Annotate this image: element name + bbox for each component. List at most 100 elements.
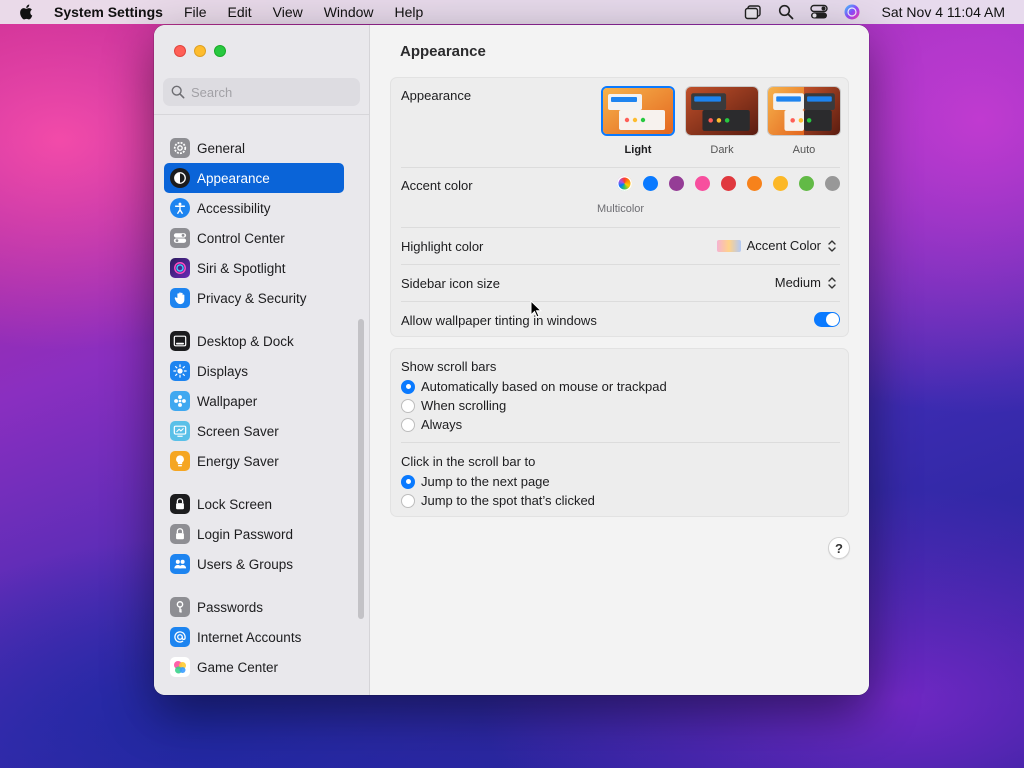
sidebar-item-label: Internet Accounts (197, 629, 302, 645)
sidebar-item-control-center[interactable]: Control Center (164, 223, 344, 253)
radio-button[interactable] (401, 398, 415, 413)
sidebar-item-label: Users & Groups (197, 556, 294, 572)
radio-label: Always (421, 417, 463, 432)
appearance-option-dark[interactable]: Dark (685, 86, 759, 156)
close-window-button[interactable] (174, 45, 186, 57)
menu-file[interactable]: File (184, 4, 207, 20)
sidebar-icon-size-label: Sidebar icon size (401, 276, 500, 291)
light-thumbnail (601, 86, 675, 136)
accent-swatch-green[interactable] (799, 176, 814, 191)
sidebar-item-login-password[interactable]: Login Password (164, 519, 344, 549)
radio-button[interactable] (401, 474, 415, 489)
sidebar-item-accessibility[interactable]: Accessibility (164, 193, 344, 223)
accent-color-row: Accent color Multicolor (401, 168, 840, 228)
sidebar-icon-size-row: Sidebar icon size Medium (401, 265, 840, 302)
minimize-window-button[interactable] (194, 45, 206, 57)
sidebar-item-appearance[interactable]: Appearance (164, 163, 344, 193)
radio-button[interactable] (401, 379, 415, 394)
scroll-bar-settings-group: Show scroll bars Automatically based on … (390, 348, 849, 517)
sidebar-item-passwords[interactable]: Passwords (164, 592, 344, 622)
accent-swatch-graphite[interactable] (825, 176, 840, 191)
accent-swatch-yellow[interactable] (773, 176, 788, 191)
menu-help[interactable]: Help (395, 4, 424, 20)
accent-color-label: Accent color (401, 178, 473, 193)
menu-clock[interactable]: Sat Nov 4 11:04 AM (882, 4, 1005, 20)
sidebar-item-label: Appearance (197, 170, 270, 186)
sidebar-item-desktop-dock[interactable]: Desktop & Dock (164, 326, 344, 356)
accent-swatch-pink[interactable] (695, 176, 710, 191)
highlight-color-value: Accent Color (746, 238, 821, 253)
radio-button[interactable] (401, 417, 415, 432)
accent-color-swatches (606, 176, 840, 191)
accent-swatch-blue[interactable] (643, 176, 658, 191)
sidebar-item-label: Energy Saver (197, 453, 279, 469)
menu-bar: System Settings File Edit View Window He… (0, 0, 1024, 24)
accent-swatch-red[interactable] (721, 176, 736, 191)
light-label: Light (624, 144, 652, 156)
dark-thumbnail (685, 86, 759, 136)
accent-swatch-orange[interactable] (747, 176, 762, 191)
sidebar-divider (154, 114, 369, 115)
menu-view[interactable]: View (273, 4, 303, 20)
appearance-option-auto[interactable]: Auto (767, 86, 841, 156)
sidebar-item-label: Privacy & Security (197, 290, 307, 306)
sidebar-item-privacy-security[interactable]: Privacy & Security (164, 283, 344, 313)
help-button[interactable]: ? (828, 537, 850, 559)
auto-label: Auto (792, 144, 816, 156)
key-icon (170, 597, 190, 617)
scroll-bars-option-always[interactable]: Always (401, 417, 462, 432)
menu-app-name[interactable]: System Settings (54, 4, 163, 20)
sidebar-item-energy-saver[interactable]: Energy Saver (164, 446, 344, 476)
sidebar-item-lock-screen[interactable]: Lock Screen (164, 489, 344, 519)
sidebar-scrollbar[interactable] (358, 319, 364, 619)
sidebar-item-game-center[interactable]: Game Center (164, 652, 344, 682)
search-input[interactable] (191, 84, 351, 100)
sidebar-item-label: Screen Saver (197, 423, 279, 439)
stage-manager-icon[interactable] (744, 3, 762, 21)
sidebar-item-screen-saver[interactable]: Screen Saver (164, 416, 344, 446)
settings-window: General Appearance Accessibility Control… (154, 25, 869, 695)
accent-swatch-purple[interactable] (669, 176, 684, 191)
hand-icon (170, 288, 190, 308)
sidebar-icon-size-popup[interactable]: Medium (775, 275, 837, 290)
sidebar-item-label: Displays (197, 363, 249, 379)
sidebar-item-users-groups[interactable]: Users & Groups (164, 549, 344, 579)
dark-label: Dark (710, 144, 734, 156)
siri-icon[interactable] (843, 3, 861, 21)
wallpaper-tinting-toggle[interactable] (814, 312, 840, 327)
sidebar-item-label: Wallpaper (197, 393, 258, 409)
control-center-icon[interactable] (809, 3, 828, 21)
sidebar-item-label: Control Center (197, 230, 285, 246)
multicolor-label: Multicolor (597, 203, 645, 215)
gear-icon (170, 138, 190, 158)
spotlight-search-icon[interactable] (777, 3, 795, 21)
zoom-window-button[interactable] (214, 45, 226, 57)
sidebar-item-label: Game Center (197, 659, 279, 675)
menu-window[interactable]: Window (324, 4, 374, 20)
search-field[interactable] (163, 78, 360, 106)
highlight-color-swatch (716, 239, 741, 252)
apple-icon[interactable] (18, 3, 36, 21)
scroll-bars-option-automatic[interactable]: Automatically based on mouse or trackpad (401, 379, 667, 394)
click-scroll-bar-label: Click in the scroll bar to (401, 454, 536, 469)
menu-edit[interactable]: Edit (228, 4, 252, 20)
click-scroll-option-next-page[interactable]: Jump to the next page (401, 474, 550, 489)
padlock-icon (170, 524, 190, 544)
sidebar-item-internet-accounts[interactable]: Internet Accounts (164, 622, 344, 652)
auto-thumbnail (767, 86, 841, 136)
accent-swatch-multicolor[interactable] (617, 176, 632, 191)
at-icon (170, 627, 190, 647)
scroll-bars-option-when-scrolling[interactable]: When scrolling (401, 398, 506, 413)
sidebar-item-siri-spotlight[interactable]: Siri & Spotlight (164, 253, 344, 283)
group-divider (401, 442, 840, 443)
radio-button[interactable] (401, 493, 415, 508)
click-scroll-option-spot-clicked[interactable]: Jump to the spot that’s clicked (401, 493, 595, 508)
sidebar-item-general[interactable]: General (164, 133, 344, 163)
sidebar-item-displays[interactable]: Displays (164, 356, 344, 386)
appearance-option-light[interactable]: Light (601, 86, 675, 156)
highlight-color-popup[interactable]: Accent Color (716, 238, 837, 253)
sidebar-item-wallpaper[interactable]: Wallpaper (164, 386, 344, 416)
mouse-pointer-icon (530, 300, 542, 318)
